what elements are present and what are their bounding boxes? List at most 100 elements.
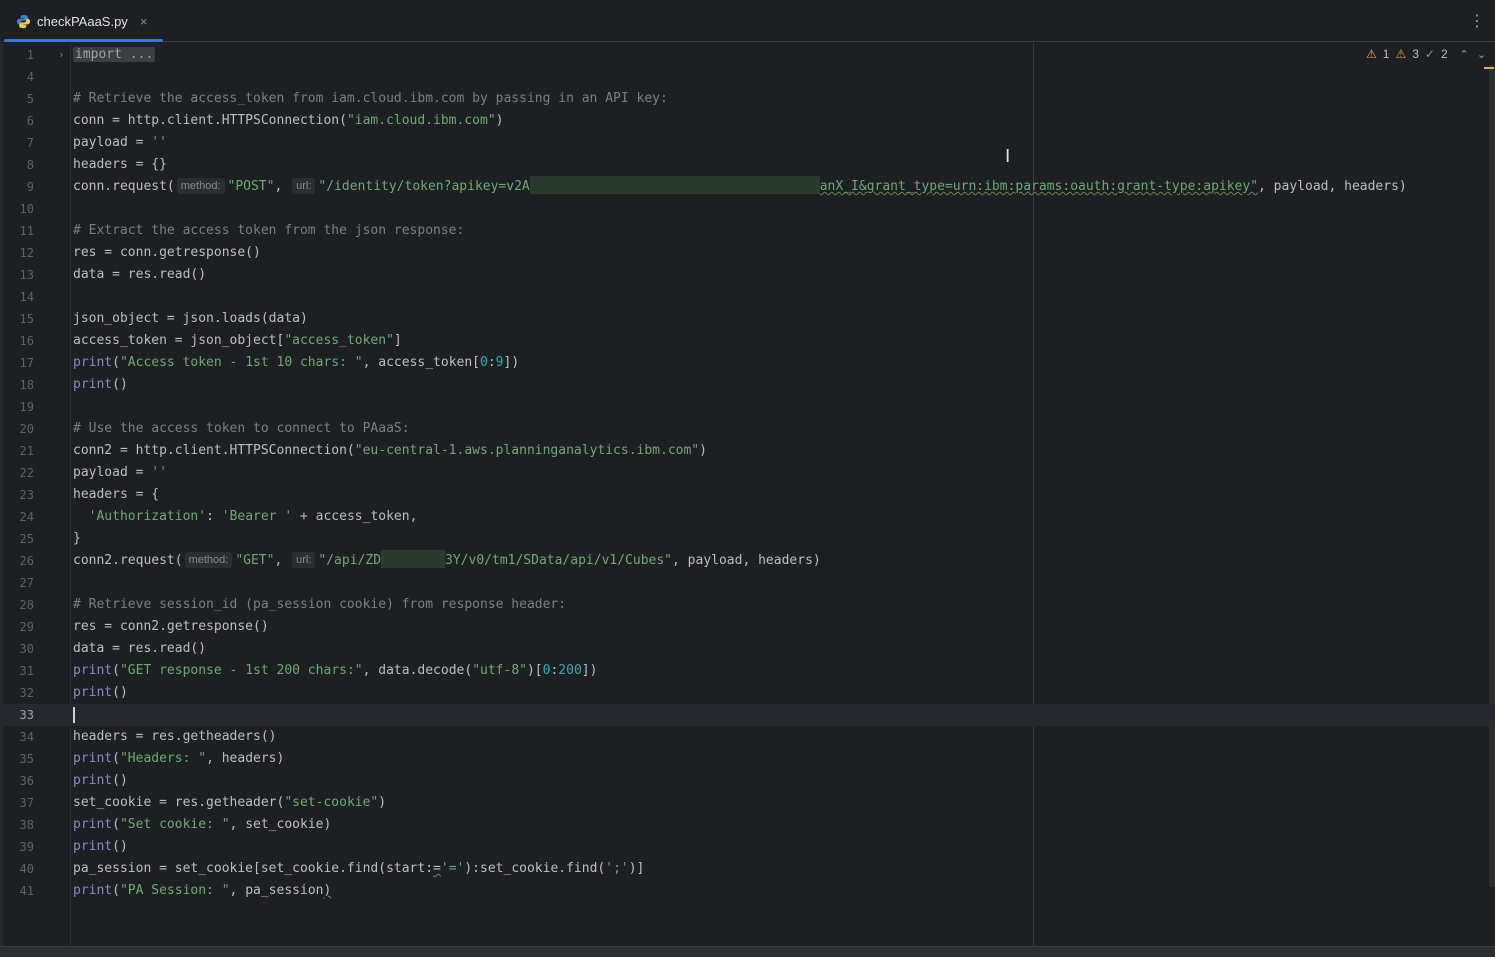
code-line[interactable]: 19 [0, 396, 1495, 418]
code-text: res = conn.getresponse() [73, 245, 261, 260]
code-line[interactable]: 41 print("PA Session: ", pa_session) [0, 880, 1495, 902]
code-text: , pa_session [229, 883, 324, 898]
code-text: = [433, 861, 441, 876]
code-text: , headers) [206, 751, 285, 766]
string-literal: "iam.cloud.ibm.com" [346, 113, 496, 128]
line-number: 18 [19, 378, 34, 392]
code-text: ]) [581, 663, 598, 678]
line-number: 36 [19, 774, 34, 788]
code-line[interactable]: 10 [0, 198, 1495, 220]
line-number: 37 [19, 796, 34, 810]
code-line[interactable]: 39 print() [0, 836, 1495, 858]
code-line[interactable]: 1 › import ... [0, 44, 1495, 66]
code-text: data = res.read() [73, 641, 207, 656]
param-hint-url: url: [292, 178, 316, 194]
line-number: 16 [19, 334, 34, 348]
line-number: 29 [19, 620, 34, 634]
line-number: 11 [19, 224, 34, 238]
param-hint-method: method: [184, 552, 233, 568]
code-line[interactable]: 35 print("Headers: ", headers) [0, 748, 1495, 770]
code-line[interactable]: 40 pa_session = set_cookie[set_cookie.fin… [0, 858, 1495, 880]
code-line[interactable]: 22 payload = '' [0, 462, 1495, 484]
string-literal: '=' [440, 861, 465, 876]
line-number: 32 [19, 686, 34, 700]
editor-tab-bar: checkPAaaS.py × ⋮ [0, 0, 1495, 42]
fold-chevron-icon[interactable]: › [58, 44, 65, 66]
code-text: , data.decode( [362, 663, 473, 678]
code-line[interactable]: 21 conn2 = http.client.HTTPSConnection("e… [0, 440, 1495, 462]
builtin: print [73, 377, 113, 392]
number-literal: 0 [480, 355, 488, 370]
code-line[interactable]: 32 print() [0, 682, 1495, 704]
code-line[interactable]: 7 payload = '' [0, 132, 1495, 154]
code-line[interactable]: 27 [0, 572, 1495, 594]
code-line[interactable]: 12 res = conn.getresponse() [0, 242, 1495, 264]
active-tab-indicator [4, 39, 163, 42]
line-number: 41 [19, 884, 34, 898]
code-line[interactable]: 38 print("Set cookie: ", set_cookie) [0, 814, 1495, 836]
code-line[interactable]: 24 'Authorization': 'Bearer ' + access_t… [0, 506, 1495, 528]
code-text: ( [112, 883, 120, 898]
redacted-region [381, 550, 446, 568]
code-line[interactable]: 29 res = conn2.getresponse() [0, 616, 1495, 638]
line-number: 26 [19, 554, 34, 568]
string-literal: "/api/ZD [318, 553, 382, 568]
file-tab[interactable]: checkPAaaS.py × [4, 0, 163, 42]
comment: # Use the access token to connect to PAa… [73, 421, 410, 436]
code-text: headers = res.getheaders() [73, 729, 277, 744]
string-literal: anX_I&grant_type=urn:ibm:params:oauth:gr… [819, 179, 1259, 194]
code-line[interactable]: 9 conn.request(method: "POST", url: "/ident… [0, 176, 1495, 198]
code-lines[interactable]: 1 › import ... 4 5 # Retrieve the access_to… [0, 44, 1495, 902]
code-line[interactable]: 28 # Retrieve session_id (pa_session cook… [0, 594, 1495, 616]
file-tab-label: checkPAaaS.py [37, 13, 128, 29]
code-line[interactable]: 4 [0, 66, 1495, 88]
string-literal: "access_token" [284, 333, 394, 348]
line-number: 39 [19, 840, 34, 854]
close-icon[interactable]: × [140, 14, 148, 29]
code-line[interactable]: 37 set_cookie = res.getheader("set-cookie… [0, 792, 1495, 814]
code-line[interactable]: 18 print() [0, 374, 1495, 396]
code-line[interactable]: 34 headers = res.getheaders() [0, 726, 1495, 748]
builtin: print [73, 751, 113, 766]
code-line[interactable]: 23 headers = { [0, 484, 1495, 506]
code-text: )] [628, 861, 645, 876]
code-line[interactable]: 11 # Extract the access token from the js… [0, 220, 1495, 242]
line-number: 38 [19, 818, 34, 832]
string-literal: "PA Session: " [119, 883, 230, 898]
code-text: + access_token, [292, 509, 418, 524]
line-number: 19 [19, 400, 34, 414]
code-text: ]) [503, 355, 520, 370]
code-line[interactable]: 5 # Retrieve the access_token from iam.cl… [0, 88, 1495, 110]
code-line[interactable]: 36 print() [0, 770, 1495, 792]
code-line[interactable]: 30 data = res.read() [0, 638, 1495, 660]
code-line[interactable]: 6 conn = http.client.HTTPSConnection("iam… [0, 110, 1495, 132]
current-code-line[interactable]: 33 [0, 704, 1495, 726]
code-text: () [112, 685, 128, 700]
code-text: , [274, 553, 291, 568]
line-number: 21 [19, 444, 34, 458]
param-hint-method: method: [176, 178, 225, 194]
string-literal: "GET" [235, 553, 275, 568]
code-line[interactable]: 25} [0, 528, 1495, 550]
string-literal: '' [151, 465, 167, 480]
code-line[interactable]: 8 headers = {} [0, 154, 1495, 176]
string-literal: 'Authorization' [88, 509, 207, 524]
code-text: , set_cookie) [229, 817, 332, 832]
number-literal: 200 [558, 663, 582, 678]
code-line[interactable]: 14 [0, 286, 1495, 308]
code-line[interactable]: 20 # Use the access token to connect to P… [0, 418, 1495, 440]
code-line[interactable]: 16 access_token = json_object["access_tok… [0, 330, 1495, 352]
code-text: )[ [526, 663, 543, 678]
code-line[interactable]: 26 conn2.request(method: "GET", url: "/api/… [0, 550, 1495, 572]
code-line[interactable]: 13 data = res.read() [0, 264, 1495, 286]
string-literal: "set-cookie" [284, 795, 379, 810]
string-literal: "utf-8" [472, 663, 527, 678]
code-line[interactable]: 17 print("Access token - 1st 10 chars: ",… [0, 352, 1495, 374]
code-text: ( [112, 355, 120, 370]
more-options-icon[interactable]: ⋮ [1469, 11, 1485, 30]
folded-imports[interactable]: import ... [73, 47, 156, 62]
code-line[interactable]: 31 print("GET response - 1st 200 chars:",… [0, 660, 1495, 682]
code-line[interactable]: 15 json_object = json.loads(data) [0, 308, 1495, 330]
code-text: ( [112, 663, 120, 678]
